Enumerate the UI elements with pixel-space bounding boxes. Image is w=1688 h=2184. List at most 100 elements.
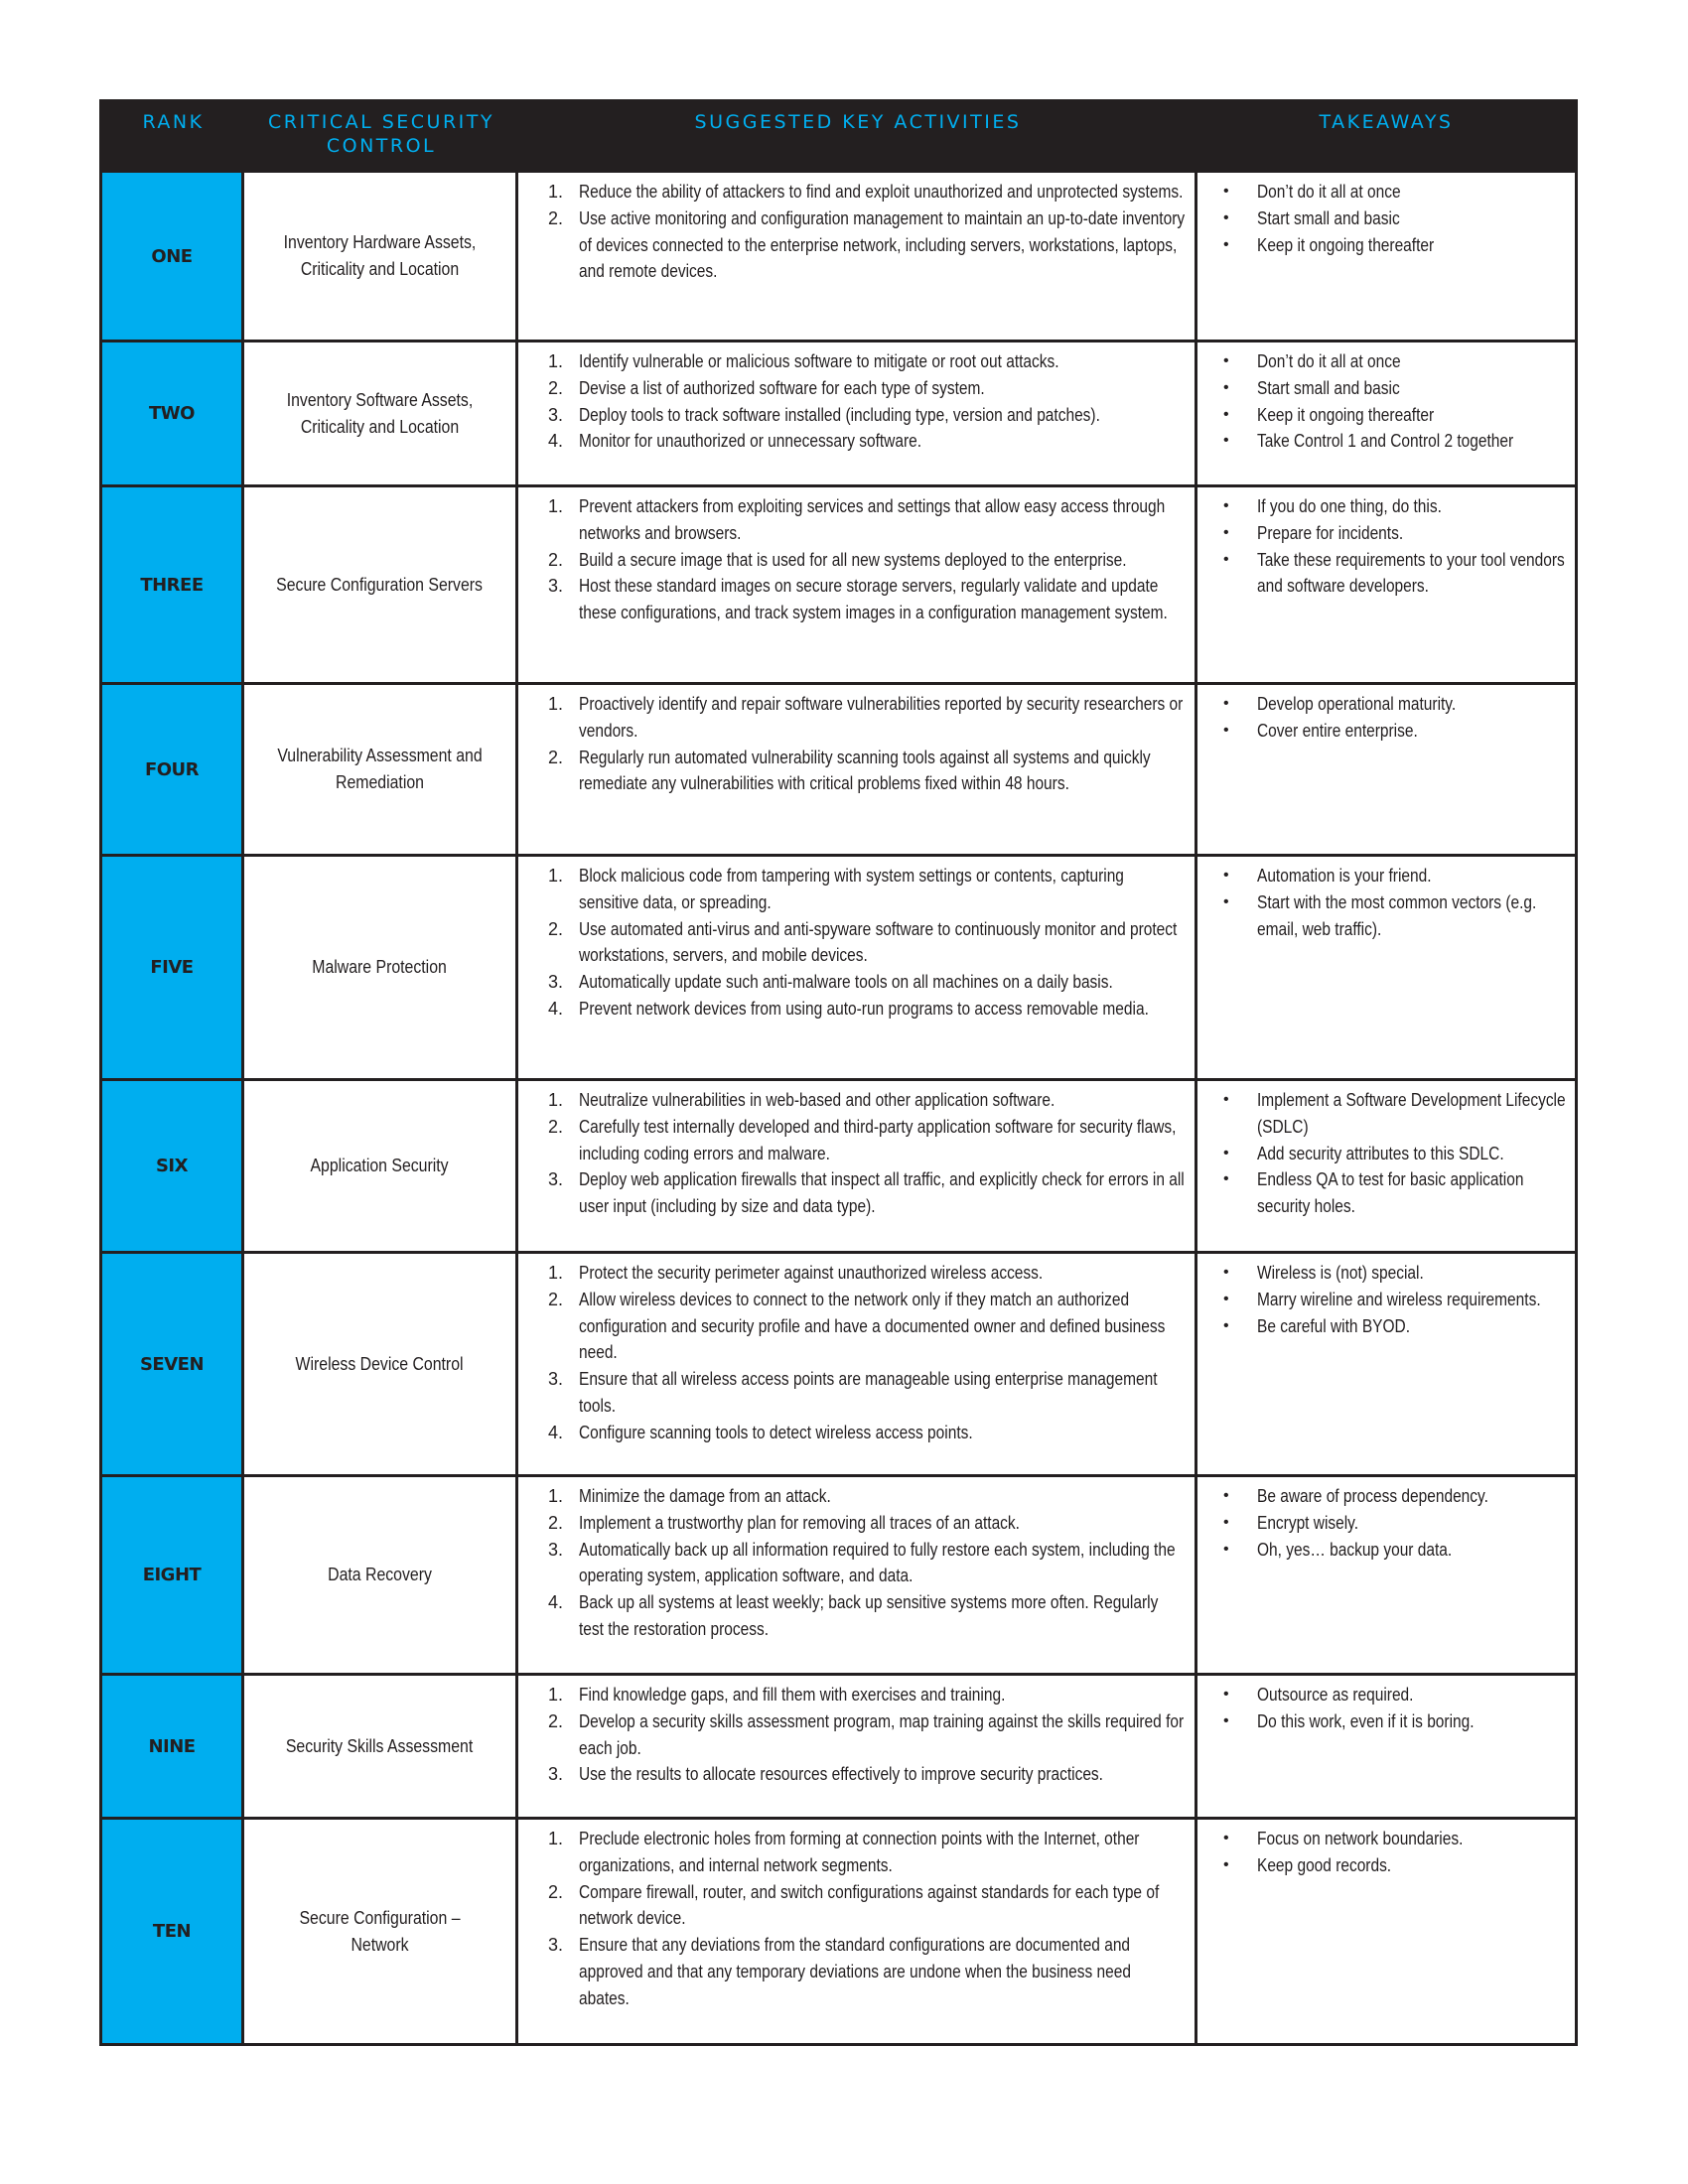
takeaways-list: • Don’t do it all at once • Start small and… [1223, 348, 1567, 455]
activities-list: 1. Preclude electronic holes from forming… [548, 1826, 1187, 2012]
takeaway-text: Take Control 1 and Control 2 together [1257, 431, 1514, 452]
activity-item: 2. Devise a list of authorized software f… [548, 375, 1187, 402]
control-name: Malware Protection [312, 957, 448, 977]
table-row: THREE Secure Configuration Servers 1. Preve… [102, 484, 1575, 682]
takeaway-item: • Add security attributes to this SDLC. [1223, 1141, 1567, 1167]
activity-text: Prevent attackers from exploiting servic… [579, 496, 1166, 543]
activity-item: 4. Prevent network devices from using aut… [548, 996, 1187, 1023]
table-row: SEVEN Wireless Device Control 1. Protect th… [102, 1251, 1575, 1474]
bullet-icon: • [1223, 721, 1229, 739]
item-number: 2. [548, 1710, 564, 1731]
activity-text: Protect the security perimeter against u… [579, 1263, 1044, 1283]
activity-text: Compare firewall, router, and switch con… [579, 1881, 1160, 1929]
activity-item: 4. Configure scanning tools to detect wir… [548, 1420, 1187, 1446]
takeaway-item: • Implement a Software Development Lifecy… [1223, 1087, 1567, 1141]
header-activities: SUGGESTED KEY ACTIVITIES [694, 111, 1022, 133]
takeaway-text: Be careful with BYOD. [1257, 1315, 1411, 1336]
takeaways-list: • Outsource as required. • Do this work, ev… [1223, 1682, 1567, 1735]
bullet-icon: • [1223, 352, 1229, 369]
item-number: 1. [548, 694, 564, 714]
takeaway-text: Outsource as required. [1257, 1685, 1414, 1705]
takeaway-text: Automation is your friend. [1257, 866, 1432, 886]
activity-item: 1. Proactively identify and repair softwa… [548, 691, 1187, 745]
activity-text: Use the results to allocate resources ef… [579, 1764, 1103, 1785]
activity-item: 3. Ensure that all wireless access points… [548, 1366, 1187, 1420]
activity-item: 1. Neutralize vulnerabilities in web-base… [548, 1087, 1187, 1114]
activities-cell: 1. Proactively identify and repair softwa… [518, 685, 1197, 854]
takeaways-list: • Develop operational maturity. • Cover ent… [1223, 691, 1567, 745]
activity-text: Monitor for unauthorized or unnecessary … [579, 431, 922, 452]
activity-item: 1. Reduce the ability of attackers to fin… [548, 179, 1187, 205]
activity-text: Identify vulnerable or malicious softwar… [579, 351, 1059, 371]
takeaways-list: • Implement a Software Development Lifecy… [1223, 1087, 1567, 1220]
control-cell: Malware Protection [244, 857, 518, 1078]
activity-item: 1. Find knowledge gaps, and fill them wit… [548, 1682, 1187, 1708]
activity-text: Back up all systems at least weekly; bac… [579, 1592, 1159, 1639]
takeaway-text: Take these requirements to your tool ven… [1257, 549, 1565, 597]
takeaway-text: Start small and basic [1257, 207, 1400, 228]
takeaway-text: Encrypt wisely. [1257, 1512, 1359, 1533]
activity-item: 3. Ensure that any deviations from the st… [548, 1932, 1187, 2011]
table-row: EIGHT Data Recovery 1. Minimize the damage … [102, 1474, 1575, 1673]
activity-text: Find knowledge gaps, and fill them with … [579, 1685, 1006, 1705]
bullet-icon: • [1223, 695, 1229, 712]
bullet-icon: • [1223, 497, 1229, 514]
takeaways-cell: • If you do one thing, do this. • Prepare f… [1197, 487, 1575, 682]
bullet-icon: • [1223, 405, 1229, 423]
item-number: 1. [548, 866, 564, 886]
table-header: RANK CRITICAL SECURITY CONTROL SUGGESTED… [102, 102, 1575, 170]
activities-cell: 1. Block malicious code from tampering wi… [518, 857, 1197, 1078]
activity-item: 1. Minimize the damage from an attack. [548, 1483, 1187, 1510]
activity-text: Proactively identify and repair software… [579, 694, 1184, 741]
rank-cell: FIVE [102, 857, 244, 1078]
activity-item: 3. Use the results to allocate resources … [548, 1761, 1187, 1788]
takeaway-item: • Start with the most common vectors (e.g… [1223, 889, 1567, 943]
takeaway-text: Implement a Software Development Lifecyc… [1257, 1090, 1566, 1137]
activity-item: 3. Automatically back up all information … [548, 1537, 1187, 1590]
takeaway-text: Oh, yes… backup your data. [1257, 1539, 1453, 1560]
rank-cell: FOUR [102, 685, 244, 854]
rank-cell: THREE [102, 487, 244, 682]
item-number: 3. [548, 972, 564, 993]
activity-text: Implement a trustworthy plan for removin… [579, 1512, 1020, 1533]
control-cell: Application Security [244, 1081, 518, 1251]
table-row: SIX Application Security 1. Neutralize vuln… [102, 1078, 1575, 1251]
control-name: Secure Configuration – Network [299, 1907, 461, 1955]
control-name: Data Recovery [328, 1565, 432, 1584]
activities-cell: 1. Minimize the damage from an attack. 2. I… [518, 1477, 1197, 1673]
takeaway-item: • Endless QA to test for basic applicatio… [1223, 1166, 1567, 1220]
control-name: Vulnerability Assessment and Remediation [277, 746, 483, 792]
takeaways-cell: • Don’t do it all at once • Start small and… [1197, 173, 1575, 340]
takeaway-text: Develop operational maturity. [1257, 694, 1457, 714]
activities-list: 1. Minimize the damage from an attack. 2. I… [548, 1483, 1187, 1643]
takeaway-item: • Oh, yes… backup your data. [1223, 1537, 1567, 1564]
takeaways-list: • Be aware of process dependency. • Encrypt… [1223, 1483, 1567, 1563]
takeaway-item: • Keep it ongoing thereafter [1223, 232, 1567, 259]
item-number: 1. [548, 1685, 564, 1705]
takeaway-item: • Take these requirements to your tool ve… [1223, 547, 1567, 601]
takeaway-text: Prepare for incidents. [1257, 522, 1404, 543]
activities-cell: 1. Neutralize vulnerabilities in web-base… [518, 1081, 1197, 1251]
activity-text: Minimize the damage from an attack. [579, 1486, 831, 1506]
takeaway-item: • If you do one thing, do this. [1223, 493, 1567, 520]
item-number: 3. [548, 1369, 564, 1390]
takeaways-cell: • Develop operational maturity. • Cover ent… [1197, 685, 1575, 854]
takeaway-text: Keep good records. [1257, 1854, 1392, 1875]
activity-text: Host these standard images on secure sto… [579, 576, 1168, 623]
item-number: 1. [548, 1263, 564, 1283]
activity-item: 4. Back up all systems at least weekly; b… [548, 1589, 1187, 1643]
bullet-icon: • [1223, 1091, 1229, 1108]
control-cell: Vulnerability Assessment and Remediation [244, 685, 518, 854]
item-number: 3. [548, 1539, 564, 1560]
takeaway-item: • Outsource as required. [1223, 1682, 1567, 1708]
activity-item: 2. Regularly run automated vulnerability … [548, 745, 1187, 798]
bullet-icon: • [1223, 432, 1229, 450]
takeaway-text: Start with the most common vectors (e.g.… [1257, 891, 1537, 939]
takeaway-text: Do this work, even if it is boring. [1257, 1710, 1475, 1731]
takeaways-cell: • Be aware of process dependency. • Encrypt… [1197, 1477, 1575, 1673]
activity-text: Regularly run automated vulnerability sc… [579, 747, 1151, 794]
takeaway-text: Be aware of process dependency. [1257, 1486, 1488, 1506]
takeaway-text: Wireless is (not) special. [1257, 1263, 1424, 1283]
bullet-icon: • [1223, 1855, 1229, 1873]
activities-list: 1. Block malicious code from tampering wi… [548, 863, 1187, 1023]
